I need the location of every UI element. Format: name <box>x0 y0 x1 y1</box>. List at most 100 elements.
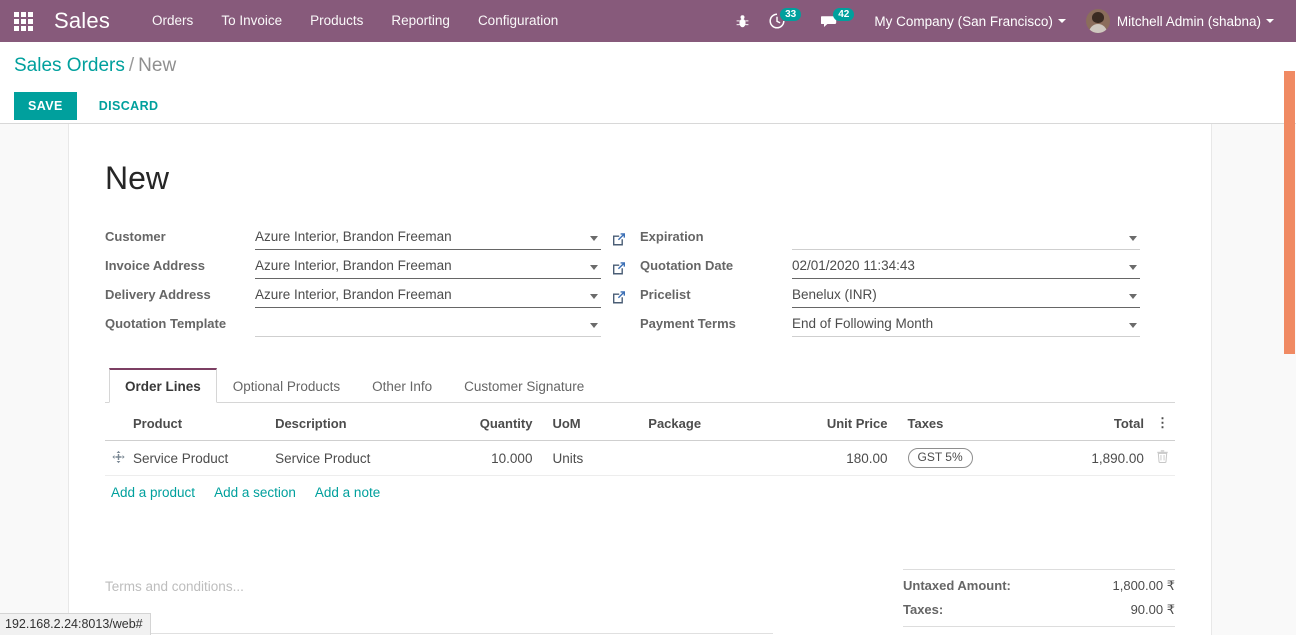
add-a-note-link[interactable]: Add a note <box>315 485 380 500</box>
top-navbar: Sales Orders To Invoice Products Reporti… <box>0 0 1296 42</box>
breadcrumb-separator: / <box>128 55 135 76</box>
column-header-package: Package <box>634 407 797 441</box>
app-brand-sales[interactable]: Sales <box>54 8 110 34</box>
cell-taxes[interactable]: GST 5% <box>893 440 1044 476</box>
control-panel-buttons: SAVE DISCARD <box>14 92 172 120</box>
table-row[interactable]: Service Product Service Product 10.000 U… <box>105 440 1175 476</box>
menu-item-to-invoice[interactable]: To Invoice <box>207 0 296 42</box>
field-label-pricelist: Pricelist <box>640 287 691 302</box>
column-header-description: Description <box>269 407 432 441</box>
order-lines-table: Product Description Quantity UoM Package… <box>105 407 1175 507</box>
notebook: Order Lines Optional Products Other Info… <box>105 368 1175 507</box>
dropdown-caret-icon <box>590 294 598 299</box>
column-header-quantity: Quantity <box>431 407 539 441</box>
field-input-quotation-date[interactable]: 02/01/2020 11:34:43 <box>792 256 1140 279</box>
company-name: My Company (San Francisco) <box>874 13 1053 29</box>
field-label-quotation-date: Quotation Date <box>640 258 734 273</box>
messages-count-badge: 42 <box>833 7 855 21</box>
tab-customer-signature[interactable]: Customer Signature <box>448 369 600 403</box>
column-options-icon[interactable]: ⋮ <box>1149 407 1175 441</box>
avatar <box>1085 9 1110 33</box>
cell-unit-price[interactable]: 180.00 <box>796 440 894 476</box>
user-name: Mitchell Admin (shabna) <box>1116 13 1261 29</box>
field-label-expiration: Expiration <box>640 229 704 244</box>
add-links-row: Add a product Add a section Add a note <box>105 476 1175 508</box>
field-invoice-address: Invoice Address Azure Interior, Brandon … <box>105 251 640 279</box>
breadcrumb-current: New <box>138 55 177 76</box>
breadcrumb: Sales Orders / New <box>14 54 176 78</box>
column-header-uom: UoM <box>538 407 635 441</box>
field-group-left: Customer Azure Interior, Brandon Freeman… <box>105 222 640 338</box>
field-value-pricelist: Benelux (INR) <box>792 287 877 302</box>
field-input-invoice-address[interactable]: Azure Interior, Brandon Freeman <box>255 256 601 279</box>
field-label-quotation-template: Quotation Template <box>105 316 227 331</box>
tab-order-lines[interactable]: Order Lines <box>109 368 217 403</box>
cell-quantity[interactable]: 10.000 <box>431 440 539 476</box>
menu-item-orders[interactable]: Orders <box>138 0 207 42</box>
chevron-down-icon <box>1057 19 1066 23</box>
save-button[interactable]: SAVE <box>14 92 77 120</box>
trash-icon[interactable] <box>1157 450 1168 466</box>
total-row-untaxed: Untaxed Amount: 1,800.00 ₹ <box>903 574 1175 598</box>
user-menu[interactable]: Mitchell Admin (shabna) <box>1076 0 1284 42</box>
cell-product[interactable]: Service Product <box>105 440 270 476</box>
activity-clock-icon[interactable]: 33 <box>759 0 811 42</box>
column-header-product: Product <box>105 407 270 441</box>
notebook-tabs: Order Lines Optional Products Other Info… <box>105 368 1175 403</box>
chevron-down-icon <box>1266 19 1274 23</box>
navbar-right-section: 33 42 My Company (San Francisco) Mitchel… <box>726 0 1296 42</box>
cell-package[interactable] <box>634 440 797 476</box>
field-input-payment-terms[interactable]: End of Following Month <box>792 314 1140 337</box>
bug-icon[interactable] <box>726 0 759 42</box>
dropdown-caret-icon <box>590 265 598 270</box>
external-link-icon[interactable] <box>611 231 627 247</box>
status-bar-url: 192.168.2.24:8013/web# <box>0 613 151 635</box>
field-expiration: Expiration <box>640 222 1175 250</box>
dropdown-caret-icon <box>590 323 598 328</box>
drag-handle-icon[interactable] <box>112 450 125 466</box>
field-value-customer: Azure Interior, Brandon Freeman <box>255 229 452 244</box>
menu-item-reporting[interactable]: Reporting <box>377 0 464 42</box>
tab-other-info[interactable]: Other Info <box>356 369 448 403</box>
totals-divider <box>903 569 1175 570</box>
cell-uom[interactable]: Units <box>538 440 635 476</box>
field-customer: Customer Azure Interior, Brandon Freeman <box>105 222 640 250</box>
cell-description[interactable]: Service Product <box>269 440 432 476</box>
field-label-delivery-address: Delivery Address <box>105 287 211 302</box>
field-input-pricelist[interactable]: Benelux (INR) <box>792 285 1140 308</box>
field-delivery-address: Delivery Address Azure Interior, Brandon… <box>105 280 640 308</box>
column-header-unit-price: Unit Price <box>796 407 894 441</box>
field-input-customer[interactable]: Azure Interior, Brandon Freeman <box>255 227 601 250</box>
field-input-delivery-address[interactable]: Azure Interior, Brandon Freeman <box>255 285 601 308</box>
field-value-payment-terms: End of Following Month <box>792 316 934 331</box>
activity-count-badge: 33 <box>780 7 802 21</box>
external-link-icon[interactable] <box>611 289 627 305</box>
messages-chat-icon[interactable]: 42 <box>811 0 864 42</box>
column-header-taxes: Taxes <box>893 407 1044 441</box>
discard-button[interactable]: DISCARD <box>85 92 173 120</box>
external-link-icon[interactable] <box>611 260 627 276</box>
company-switcher[interactable]: My Company (San Francisco) <box>864 0 1076 42</box>
field-quotation-template: Quotation Template <box>105 309 640 337</box>
menu-item-configuration[interactable]: Configuration <box>464 0 572 42</box>
field-input-quotation-template[interactable] <box>255 314 601 337</box>
breadcrumb-sales-orders[interactable]: Sales Orders <box>14 55 125 76</box>
untaxed-amount-label: Untaxed Amount: <box>903 578 1011 593</box>
field-label-invoice-address: Invoice Address <box>105 258 205 273</box>
cell-product-value: Service Product <box>133 450 229 466</box>
add-a-product-link[interactable]: Add a product <box>111 485 195 500</box>
cell-total: 1,890.00 <box>1043 440 1150 476</box>
menu-item-products[interactable]: Products <box>296 0 377 42</box>
terms-and-conditions[interactable]: Terms and conditions... <box>105 569 795 634</box>
field-groups: Customer Azure Interior, Brandon Freeman… <box>105 222 1175 338</box>
cell-delete[interactable] <box>1149 440 1175 476</box>
field-input-expiration[interactable] <box>792 227 1140 250</box>
apps-grid-icon[interactable] <box>0 0 46 42</box>
add-a-section-link[interactable]: Add a section <box>214 485 296 500</box>
dropdown-caret-icon <box>1129 294 1137 299</box>
page-title: New <box>105 160 170 196</box>
field-quotation-date: Quotation Date 02/01/2020 11:34:43 <box>640 251 1175 279</box>
tab-optional-products[interactable]: Optional Products <box>217 369 356 403</box>
taxes-label: Taxes: <box>903 602 944 617</box>
vertical-scrollbar-thumb[interactable] <box>1284 71 1295 354</box>
